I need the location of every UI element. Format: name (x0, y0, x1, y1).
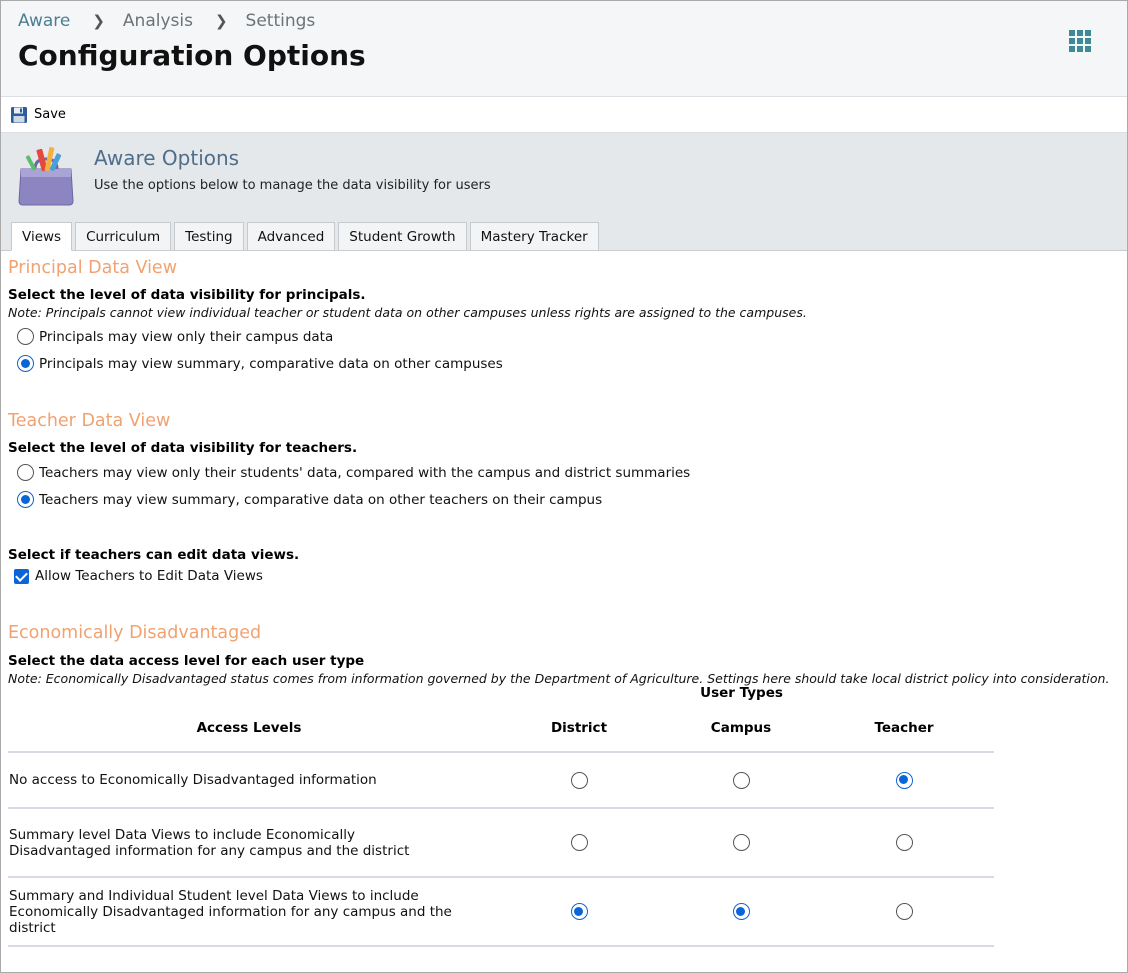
row1-teacher-radio[interactable] (895, 771, 913, 789)
chevron-right-icon: ❯ (92, 12, 105, 30)
tab-testing[interactable]: Testing (174, 222, 244, 250)
row-label: Summary level Data Views to include Econ… (8, 808, 490, 878)
allow-edit-option[interactable]: Allow Teachers to Edit Data Views (14, 568, 263, 584)
header: Aware ❯ Analysis ❯ Settings Configuratio… (1, 1, 1127, 97)
user-types-header: User Types (490, 684, 994, 704)
toolbar: Save (1, 97, 1127, 133)
principal-option-summary[interactable]: Principals may view summary, comparative… (17, 355, 503, 372)
row3-teacher-radio[interactable] (895, 903, 913, 920)
tab-advanced[interactable]: Advanced (246, 222, 336, 250)
allow-edit-checkbox[interactable] (14, 568, 29, 584)
tab-bar: Views Curriculum Testing Advanced Studen… (11, 222, 599, 251)
table-row: Summary and Individual Student level Dat… (8, 877, 994, 947)
panel-title: Aware Options (94, 146, 240, 170)
access-levels-header: Access Levels (8, 704, 490, 753)
checkbox-label: Allow Teachers to Edit Data Views (35, 568, 263, 584)
row-label: Summary and Individual Student level Dat… (8, 877, 490, 947)
principal-question: Select the level of data visibility for … (8, 287, 366, 303)
grid-icon[interactable] (1069, 30, 1091, 52)
principal-section-title: Principal Data View (8, 258, 178, 278)
teacher-edit-question: Select if teachers can edit data views. (8, 547, 300, 563)
table-row: No access to Economically Disadvantaged … (8, 752, 994, 809)
tab-views[interactable]: Views (11, 222, 73, 251)
option-label: Teachers may view summary, comparative d… (39, 491, 603, 508)
teacher-option-summary[interactable]: Teachers may view summary, comparative d… (17, 491, 602, 508)
row3-campus-radio[interactable] (732, 903, 750, 920)
chevron-right-icon: ❯ (214, 12, 228, 30)
column-header-teacher: Teacher (814, 704, 994, 753)
teacher-question: Select the level of data visibility for … (8, 440, 358, 456)
row1-district-radio[interactable] (570, 771, 588, 789)
page-title: Configuration Options (18, 39, 366, 72)
tab-student-growth[interactable]: Student Growth (338, 222, 467, 250)
row2-teacher-radio[interactable] (895, 834, 913, 851)
row-label: No access to Economically Disadvantaged … (8, 752, 490, 809)
table-row: Summary level Data Views to include Econ… (8, 808, 994, 878)
app-window: Aware ❯ Analysis ❯ Settings Configuratio… (0, 0, 1128, 973)
teacher-radio-own-students[interactable] (17, 464, 34, 481)
option-label: Principals may view only their campus da… (39, 328, 334, 345)
floppy-disk-icon (11, 106, 27, 123)
teacher-option-own-students[interactable]: Teachers may view only their students' d… (17, 464, 690, 481)
row2-district-radio[interactable] (570, 834, 588, 851)
row2-campus-radio[interactable] (732, 834, 750, 851)
econ-question: Select the data access level for each us… (8, 653, 365, 669)
econ-access-table: User Types Access Levels District Campus… (8, 684, 994, 947)
teacher-radio-summary[interactable] (17, 491, 34, 508)
row3-district-radio[interactable] (570, 903, 588, 920)
principal-note: Note: Principals cannot view individual … (8, 305, 807, 320)
breadcrumb: Aware ❯ Analysis ❯ Settings (18, 11, 315, 31)
tab-curriculum[interactable]: Curriculum (75, 222, 172, 250)
column-header-campus: Campus (668, 704, 814, 753)
save-button[interactable]: Save (10, 106, 66, 124)
principal-radio-summary[interactable] (17, 355, 34, 372)
column-header-district: District (490, 704, 668, 753)
row1-campus-radio[interactable] (732, 771, 750, 789)
user-types-label: User Types (700, 685, 783, 701)
tab-mastery-tracker[interactable]: Mastery Tracker (469, 222, 599, 250)
principal-radio-campus-only[interactable] (17, 328, 34, 345)
panel-description: Use the options below to manage the data… (94, 178, 491, 193)
option-label: Principals may view summary, comparative… (39, 355, 503, 372)
save-label: Save (34, 107, 66, 122)
econ-section-title: Economically Disadvantaged (8, 623, 262, 643)
options-panel: Aware Options Use the options below to m… (1, 133, 1127, 251)
breadcrumb-settings: Settings (245, 11, 316, 31)
breadcrumb-aware[interactable]: Aware (18, 11, 70, 31)
teacher-section-title: Teacher Data View (8, 411, 171, 431)
principal-option-campus-only[interactable]: Principals may view only their campus da… (17, 328, 333, 345)
breadcrumb-analysis[interactable]: Analysis (123, 11, 193, 31)
option-label: Teachers may view only their students' d… (39, 464, 691, 481)
toolbox-icon (18, 147, 74, 206)
